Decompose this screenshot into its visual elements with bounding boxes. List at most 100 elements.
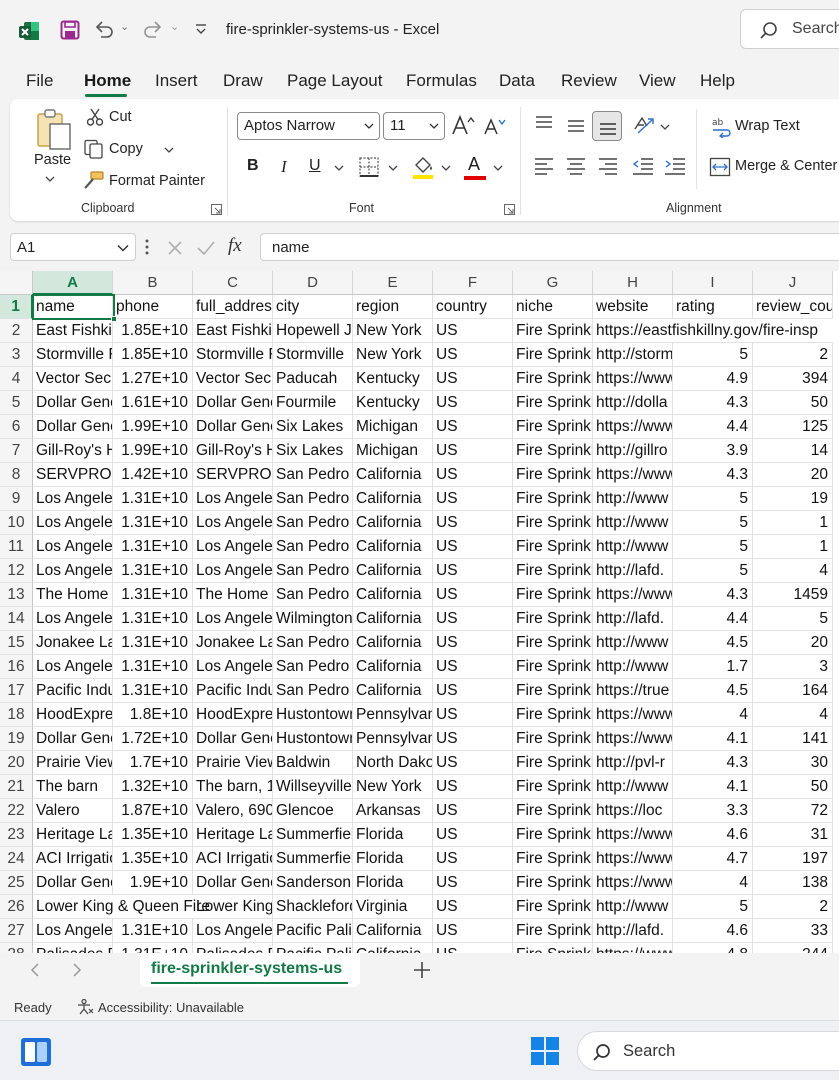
data-cell[interactable]: 197 <box>753 847 833 871</box>
copy-dropdown-icon[interactable] <box>164 146 174 154</box>
data-cell[interactable]: Vector Security <box>33 367 113 391</box>
fill-color-icon[interactable] <box>412 154 434 180</box>
data-cell[interactable]: https://www <box>593 943 673 953</box>
data-cell[interactable]: US <box>433 463 513 487</box>
data-cell[interactable]: Fire Sprinkler <box>513 439 593 463</box>
data-cell[interactable]: Stormville Fire <box>193 343 273 367</box>
data-cell[interactable]: Fire Sprinkler <box>513 367 593 391</box>
data-cell[interactable]: http://www <box>593 511 673 535</box>
data-cell[interactable]: http://www <box>593 655 673 679</box>
row-header[interactable]: 20 <box>0 751 33 775</box>
data-cell[interactable]: Dollar General <box>193 871 273 895</box>
data-cell[interactable]: Glencoe <box>273 799 353 823</box>
data-cell[interactable]: US <box>433 415 513 439</box>
column-header-h[interactable]: H <box>593 271 673 295</box>
row-header[interactable]: 3 <box>0 343 33 367</box>
data-cell[interactable]: Fire Sprinkler <box>513 919 593 943</box>
undo-icon[interactable] <box>93 18 115 40</box>
data-cell[interactable]: 1.35E+10 <box>113 847 193 871</box>
data-cell[interactable]: Kentucky <box>353 367 433 391</box>
data-cell[interactable]: San Pedro <box>273 679 353 703</box>
underline-button[interactable]: U <box>309 157 321 175</box>
data-cell[interactable]: San Pedro <box>273 559 353 583</box>
data-cell[interactable]: Los Angeles <box>193 487 273 511</box>
data-cell[interactable]: Fire Sprinkler <box>513 631 593 655</box>
data-cell[interactable]: 244 <box>753 943 833 953</box>
data-cell[interactable]: US <box>433 943 513 953</box>
data-cell[interactable]: Los Angeles <box>33 511 113 535</box>
row-header[interactable]: 15 <box>0 631 33 655</box>
data-cell[interactable]: Fire Sprinkler <box>513 943 593 953</box>
tab-review[interactable]: Review <box>561 71 617 91</box>
data-cell[interactable]: US <box>433 727 513 751</box>
row-header[interactable]: 12 <box>0 559 33 583</box>
data-cell[interactable]: US <box>433 775 513 799</box>
data-cell[interactable]: SERVPRO of <box>193 463 273 487</box>
data-cell[interactable]: The barn, 1 <box>193 775 273 799</box>
data-cell[interactable]: Jonakee Law <box>33 631 113 655</box>
data-cell[interactable]: https://www <box>593 727 673 751</box>
data-cell[interactable]: Six Lakes <box>273 415 353 439</box>
data-cell[interactable]: https://www <box>593 463 673 487</box>
data-cell[interactable]: Heritage Lake <box>33 823 113 847</box>
data-cell[interactable]: Los Angeles <box>193 919 273 943</box>
data-cell[interactable]: New York <box>353 319 433 343</box>
data-cell[interactable]: Baldwin <box>273 751 353 775</box>
row-header[interactable]: 1 <box>0 295 33 319</box>
header-cell[interactable]: name <box>33 295 113 319</box>
data-cell[interactable]: California <box>353 655 433 679</box>
data-cell[interactable]: 1.27E+10 <box>113 367 193 391</box>
spreadsheet-grid[interactable]: A B C D E F G H I J 1 name phone full_address city regi… <box>0 271 839 953</box>
data-cell[interactable]: 1.61E+10 <box>113 391 193 415</box>
column-header-d[interactable]: D <box>273 271 353 295</box>
data-cell[interactable]: 4.4 <box>673 415 753 439</box>
data-cell[interactable]: 4.5 <box>673 679 753 703</box>
data-cell[interactable]: ACI Irrigation <box>193 847 273 871</box>
row-header[interactable]: 6 <box>0 415 33 439</box>
data-cell[interactable]: Fire Sprinkler <box>513 607 593 631</box>
data-cell[interactable]: California <box>353 487 433 511</box>
data-cell[interactable]: http://www <box>593 775 673 799</box>
data-cell[interactable]: East Fishkill <box>193 319 273 343</box>
data-cell[interactable]: 1.31E+10 <box>113 919 193 943</box>
data-cell[interactable]: 4.3 <box>673 583 753 607</box>
data-cell[interactable]: 1.31E+10 <box>113 943 193 953</box>
row-header[interactable]: 24 <box>0 847 33 871</box>
data-cell[interactable]: Pennsylvania <box>353 727 433 751</box>
data-cell[interactable]: Stormville <box>273 343 353 367</box>
data-cell[interactable]: 1 <box>753 511 833 535</box>
tab-file[interactable]: File <box>26 71 53 91</box>
data-cell[interactable]: US <box>433 535 513 559</box>
data-cell[interactable]: 5 <box>673 343 753 367</box>
data-cell[interactable]: US <box>433 679 513 703</box>
data-cell[interactable]: US <box>433 487 513 511</box>
tab-draw[interactable]: Draw <box>223 71 263 91</box>
orientation-icon[interactable] <box>632 114 656 136</box>
row-header[interactable]: 25 <box>0 871 33 895</box>
row-header[interactable]: 5 <box>0 391 33 415</box>
data-cell[interactable]: 1.7E+10 <box>113 751 193 775</box>
column-header-e[interactable]: E <box>353 271 433 295</box>
data-cell[interactable]: US <box>433 847 513 871</box>
data-cell[interactable]: Pacific Palisades <box>273 919 353 943</box>
data-cell[interactable]: http://storm <box>593 343 673 367</box>
data-cell[interactable]: The barn <box>33 775 113 799</box>
data-cell[interactable]: Summerfield <box>273 847 353 871</box>
data-cell[interactable]: HoodExpress <box>33 703 113 727</box>
data-cell[interactable]: 4.3 <box>673 391 753 415</box>
data-cell[interactable]: https://www <box>593 871 673 895</box>
data-cell[interactable]: Gill-Roy's Hardware <box>33 439 113 463</box>
data-cell[interactable]: 20 <box>753 631 833 655</box>
merge-center-button[interactable]: Merge & Center <box>735 158 837 174</box>
data-cell[interactable]: http://lafd. <box>593 607 673 631</box>
data-cell[interactable]: 4.6 <box>673 919 753 943</box>
data-cell[interactable]: https://loc <box>593 799 673 823</box>
data-cell[interactable]: ACI Irrigation <box>33 847 113 871</box>
tab-insert[interactable]: Insert <box>155 71 198 91</box>
windows-start-icon[interactable] <box>530 1036 560 1066</box>
data-cell[interactable]: 4.1 <box>673 775 753 799</box>
data-cell[interactable]: 1.87E+10 <box>113 799 193 823</box>
data-cell[interactable]: Dollar General <box>33 727 113 751</box>
data-cell[interactable]: Gill-Roy's Hardware <box>193 439 273 463</box>
widgets-icon[interactable] <box>20 1037 52 1067</box>
